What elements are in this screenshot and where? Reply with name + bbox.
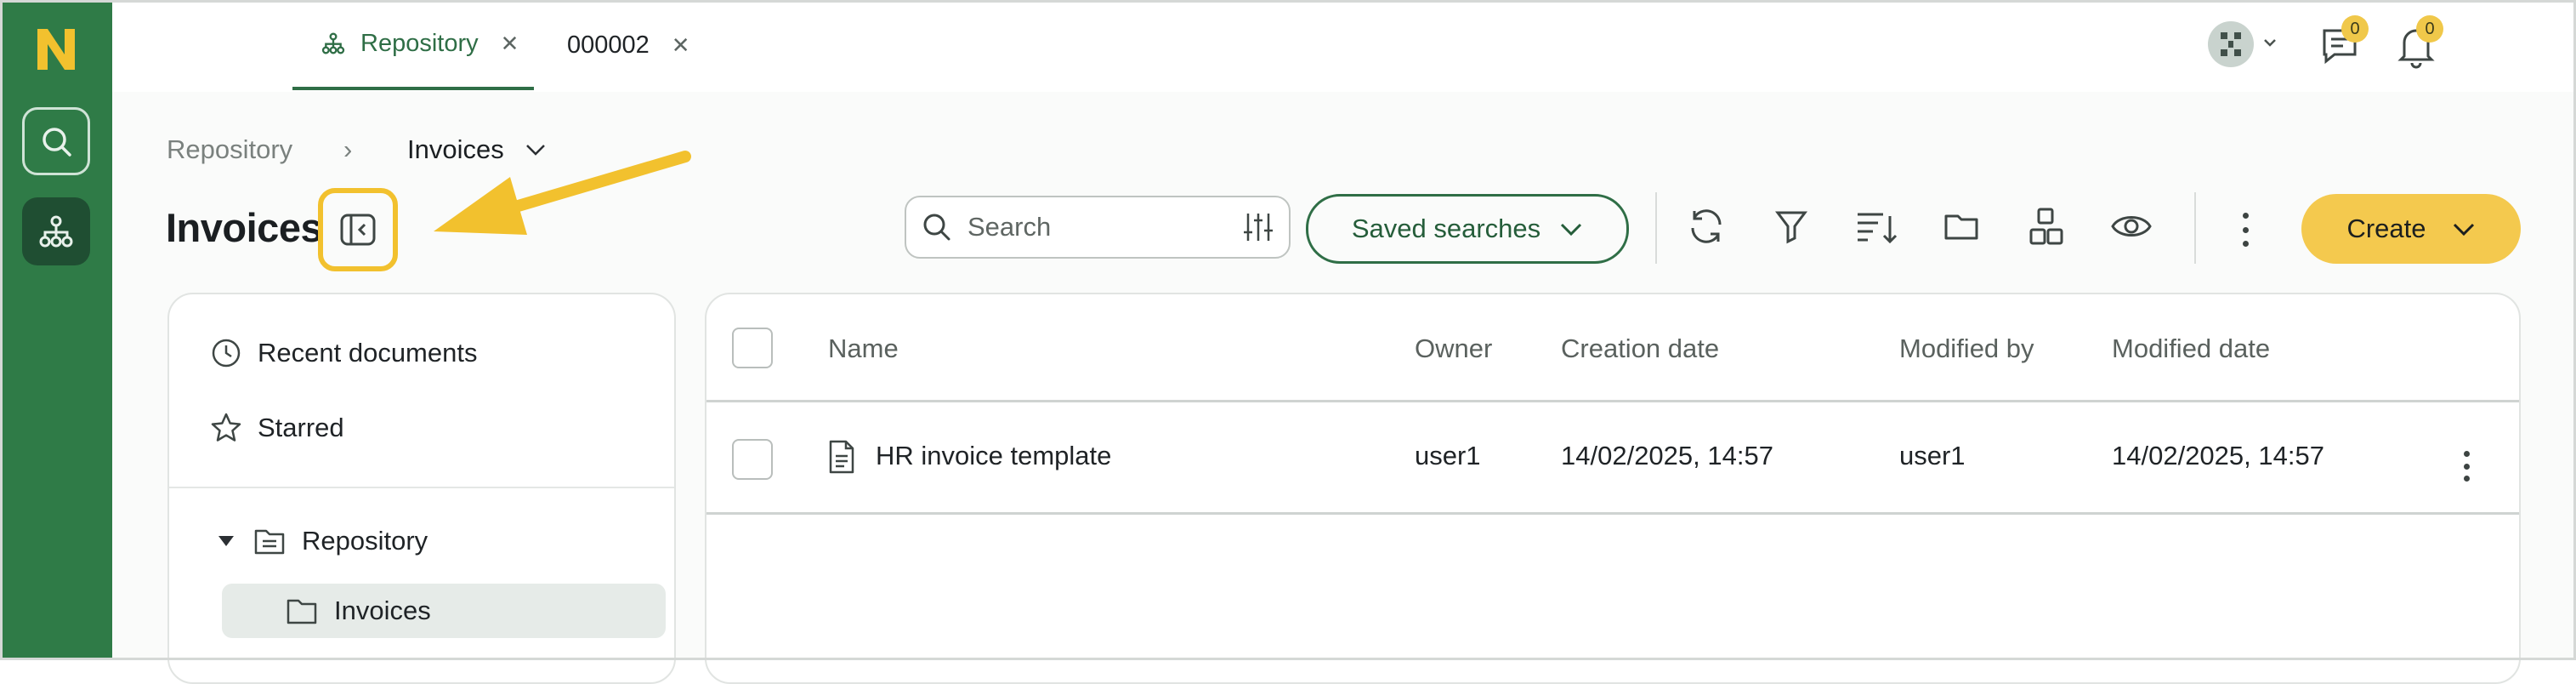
search-icon <box>43 128 71 157</box>
toolbar-divider <box>2194 192 2196 264</box>
sort-icon <box>1858 213 1898 244</box>
app-logo-icon[interactable] <box>32 26 80 73</box>
cell-modified-date: 14/02/2025, 14:57 <box>2112 441 2324 470</box>
repository-folder-icon <box>254 529 285 555</box>
sidebar-item-recent-documents[interactable]: Recent documents <box>210 337 477 369</box>
eye-icon <box>2111 216 2152 237</box>
messages-button[interactable]: 0 <box>2316 15 2369 77</box>
tree-item-invoices[interactable]: Invoices <box>285 596 431 626</box>
breadcrumb-separator: › <box>343 134 353 164</box>
tab-label: 000002 <box>567 31 650 59</box>
filter-button[interactable] <box>1766 201 1817 252</box>
folder-icon <box>1944 214 1978 240</box>
more-options-button[interactable] <box>2239 213 2251 247</box>
repository-tree-icon <box>321 32 345 54</box>
sidebar-collapse-icon <box>340 214 376 246</box>
tab-repository[interactable]: Repository ✕ <box>292 0 534 90</box>
cell-owner: user1 <box>1415 441 1481 470</box>
column-header-owner[interactable]: Owner <box>1415 333 1492 364</box>
document-icon <box>829 440 854 474</box>
preview-button[interactable] <box>2106 201 2157 252</box>
notifications-badge: 0 <box>2416 15 2443 43</box>
search-icon <box>923 214 950 241</box>
filter-icon <box>1775 211 1807 244</box>
sidebar-item-label: Starred <box>258 413 344 442</box>
tree-item-label: Invoices <box>334 596 431 625</box>
toolbar-divider <box>1655 192 1657 264</box>
collapse-sidebar-button[interactable] <box>318 188 398 271</box>
sidebar-divider <box>169 487 674 488</box>
cell-creation-date: 14/02/2025, 14:57 <box>1561 441 1773 470</box>
notifications-button[interactable]: 0 <box>2391 15 2443 77</box>
column-header-name[interactable]: Name <box>828 333 899 364</box>
app-rail <box>0 0 112 660</box>
breadcrumb-current[interactable]: Invoices <box>407 134 547 165</box>
tab-document[interactable]: 000002 ✕ <box>567 0 690 90</box>
folder-view-button[interactable] <box>1936 201 1987 252</box>
create-button[interactable]: Create <box>2301 194 2521 264</box>
saved-searches-button[interactable]: Saved searches <box>1306 194 1629 264</box>
chevron-down-icon <box>1561 223 1582 237</box>
rail-search-button[interactable] <box>22 107 90 175</box>
layout-grid-icon <box>2029 208 2063 245</box>
column-header-modified-by[interactable]: Modified by <box>1899 333 2034 364</box>
select-all-checkbox[interactable] <box>732 328 773 368</box>
breadcrumb-current-label: Invoices <box>407 134 504 164</box>
tab-label: Repository <box>360 29 479 57</box>
table-row-divider <box>706 512 2519 515</box>
row-checkbox[interactable] <box>732 439 773 480</box>
tree-item-label: Repository <box>302 526 428 556</box>
top-bar: Repository ✕ 000002 ✕ 0 0 <box>112 0 2576 94</box>
caret-down-icon[interactable] <box>217 534 235 548</box>
rail-repository-button[interactable] <box>22 197 90 265</box>
cell-name[interactable]: HR invoice template <box>876 441 1111 471</box>
sort-button[interactable] <box>1851 201 1902 252</box>
search-field[interactable] <box>905 196 1291 259</box>
layout-button[interactable] <box>2021 201 2072 252</box>
search-filters-icon[interactable] <box>1241 210 1275 244</box>
chevron-down-icon <box>2453 223 2474 237</box>
sidebar-item-label: Recent documents <box>258 338 478 368</box>
repository-tree-icon <box>39 215 73 248</box>
column-header-modified-date[interactable]: Modified date <box>2112 333 2270 364</box>
workspace-avatar-icon <box>2208 21 2276 67</box>
folder-icon <box>287 599 317 624</box>
cell-modified-by: user1 <box>1899 441 1966 470</box>
refresh-icon <box>1691 209 1722 243</box>
clock-icon <box>212 339 241 368</box>
close-tab-icon[interactable]: ✕ <box>672 32 690 59</box>
saved-searches-label: Saved searches <box>1351 214 1541 243</box>
sidebar-item-starred[interactable]: Starred <box>210 412 344 444</box>
create-label: Create <box>2346 214 2426 243</box>
sidebar-panel: Recent documents Starred Repository Invo… <box>167 293 676 684</box>
page-title: Invoices <box>166 205 323 250</box>
refresh-button[interactable] <box>1681 201 1732 252</box>
column-header-creation-date[interactable]: Creation date <box>1561 333 1719 364</box>
row-actions-button[interactable] <box>2461 451 2471 482</box>
chevron-down-icon <box>526 145 546 156</box>
close-tab-icon[interactable]: ✕ <box>501 31 519 57</box>
tree-item-repository[interactable]: Repository <box>217 526 428 556</box>
table-header-divider <box>706 400 2519 402</box>
workspace-switcher[interactable] <box>2205 19 2294 74</box>
messages-badge: 0 <box>2341 15 2369 43</box>
star-icon <box>211 413 241 442</box>
breadcrumb-repository[interactable]: Repository <box>167 134 292 165</box>
search-input[interactable] <box>966 211 1224 243</box>
